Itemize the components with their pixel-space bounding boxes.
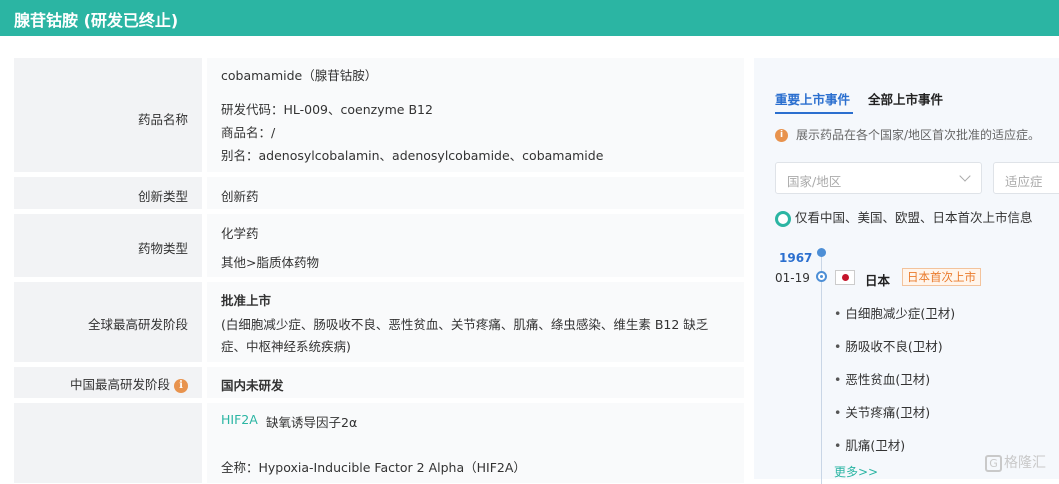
target-fullname: 全称：Hypoxia-Inducible Factor 2 Alpha（HIF2… [221,460,526,475]
timeline-year: 1967 [779,251,813,265]
target-desc: 缺氧诱导因子2α [266,415,358,430]
drug-subtype-value: 其他>脂质体药物 [221,255,319,270]
row-china-stage: 中国最高研发阶段 i 国内未研发 [14,367,744,398]
global-stage-indications: (白细胞减少症、肠吸收不良、恶性贫血、关节疼痛、肌痛、绦虫感染、维生素 B12 … [221,317,709,332]
first-launch-badge: 日本首次上市 [902,268,981,286]
chevron-down-icon [959,170,971,182]
page-title: 腺苷钴胺 (研发已终止) [14,11,179,30]
alias: 别名：adenosylcobalamin、adenosylcobamide、co… [221,148,604,163]
watermark: G 格隆汇 [985,452,1046,472]
timeline-event-dot [816,271,827,282]
indication-item: 恶性贫血(卫材) [834,369,930,388]
research-code: 研发代码：HL-009、coenzyme B12 [221,102,433,117]
indication-item: 关节疼痛(卫材) [834,402,930,421]
timeline-date: 01-19 [775,271,810,285]
page-header: 腺苷钴胺 (研发已终止) [0,0,1059,36]
generic-name: cobamamide（腺苷钴胺） [221,68,378,83]
row-label: 中国最高研发阶段 [69,377,170,392]
row-label: 创新类型 [137,189,188,204]
indication-select[interactable]: 适应症 [993,162,1059,194]
event-country: 日本 [865,273,891,288]
row-label: 药物类型 [137,241,188,256]
tab-key-events[interactable]: 重要上市事件 [775,89,850,108]
row-label: 药品名称 [137,112,188,127]
timeline-line [821,254,822,484]
info-icon[interactable]: i [174,378,188,393]
row-target: HIF2A 缺氧诱导因子2α 全称：Hypoxia-Inducible Fact… [14,403,744,483]
row-global-stage: 全球最高研发阶段 批准上市 (白细胞减少症、肠吸收不良、恶性贫血、关节疼痛、肌痛… [14,282,744,362]
target-link[interactable]: HIF2A [221,412,258,427]
trade-name: 商品名：/ [221,125,276,140]
notice: i 展示药品在各个国家/地区首次批准的适应症。 [775,126,1040,143]
japan-flag-icon [835,270,855,285]
country-select[interactable]: 国家/地区 [775,162,982,194]
row-innovation: 创新类型 创新药 [14,177,744,209]
toggle-label: 仅看中国、美国、欧盟、日本首次上市信息 [795,210,1033,225]
indication-item: 肌痛(卫材) [834,435,905,454]
tab-all-events[interactable]: 全部上市事件 [868,89,943,108]
row-drug-type: 药物类型 化学药 其他>脂质体药物 [14,214,744,277]
row-label: 全球最高研发阶段 [87,317,188,332]
launch-events-panel: 重要上市事件 全部上市事件 i 展示药品在各个国家/地区首次批准的适应症。 国家/… [754,58,1059,484]
country-placeholder: 国家/地区 [787,174,842,189]
row-drug-name: 药品名称 cobamamide（腺苷钴胺） 研发代码：HL-009、coenzy… [14,58,744,172]
global-stage-indications-cont: 症、中枢神经系统疾病) [221,339,351,354]
timeline-year-dot [817,248,826,257]
drug-type-value: 化学药 [221,226,259,241]
indication-item: 肠吸收不良(卫材) [834,336,942,355]
indication-placeholder: 适应症 [1005,174,1043,189]
innovation-value: 创新药 [221,189,259,204]
china-stage-value: 国内未研发 [221,378,284,393]
active-tab-indicator [775,112,853,114]
watermark-logo-icon: G [985,454,1002,472]
major-markets-toggle[interactable]: 仅看中国、美国、欧盟、日本首次上市信息 [775,207,1033,227]
indication-item: 白细胞减少症(卫材) [834,303,955,322]
radio-icon[interactable] [775,210,791,227]
info-icon: i [775,129,788,142]
more-link[interactable]: 更多>> [834,463,878,480]
global-stage-status: 批准上市 [221,293,272,308]
